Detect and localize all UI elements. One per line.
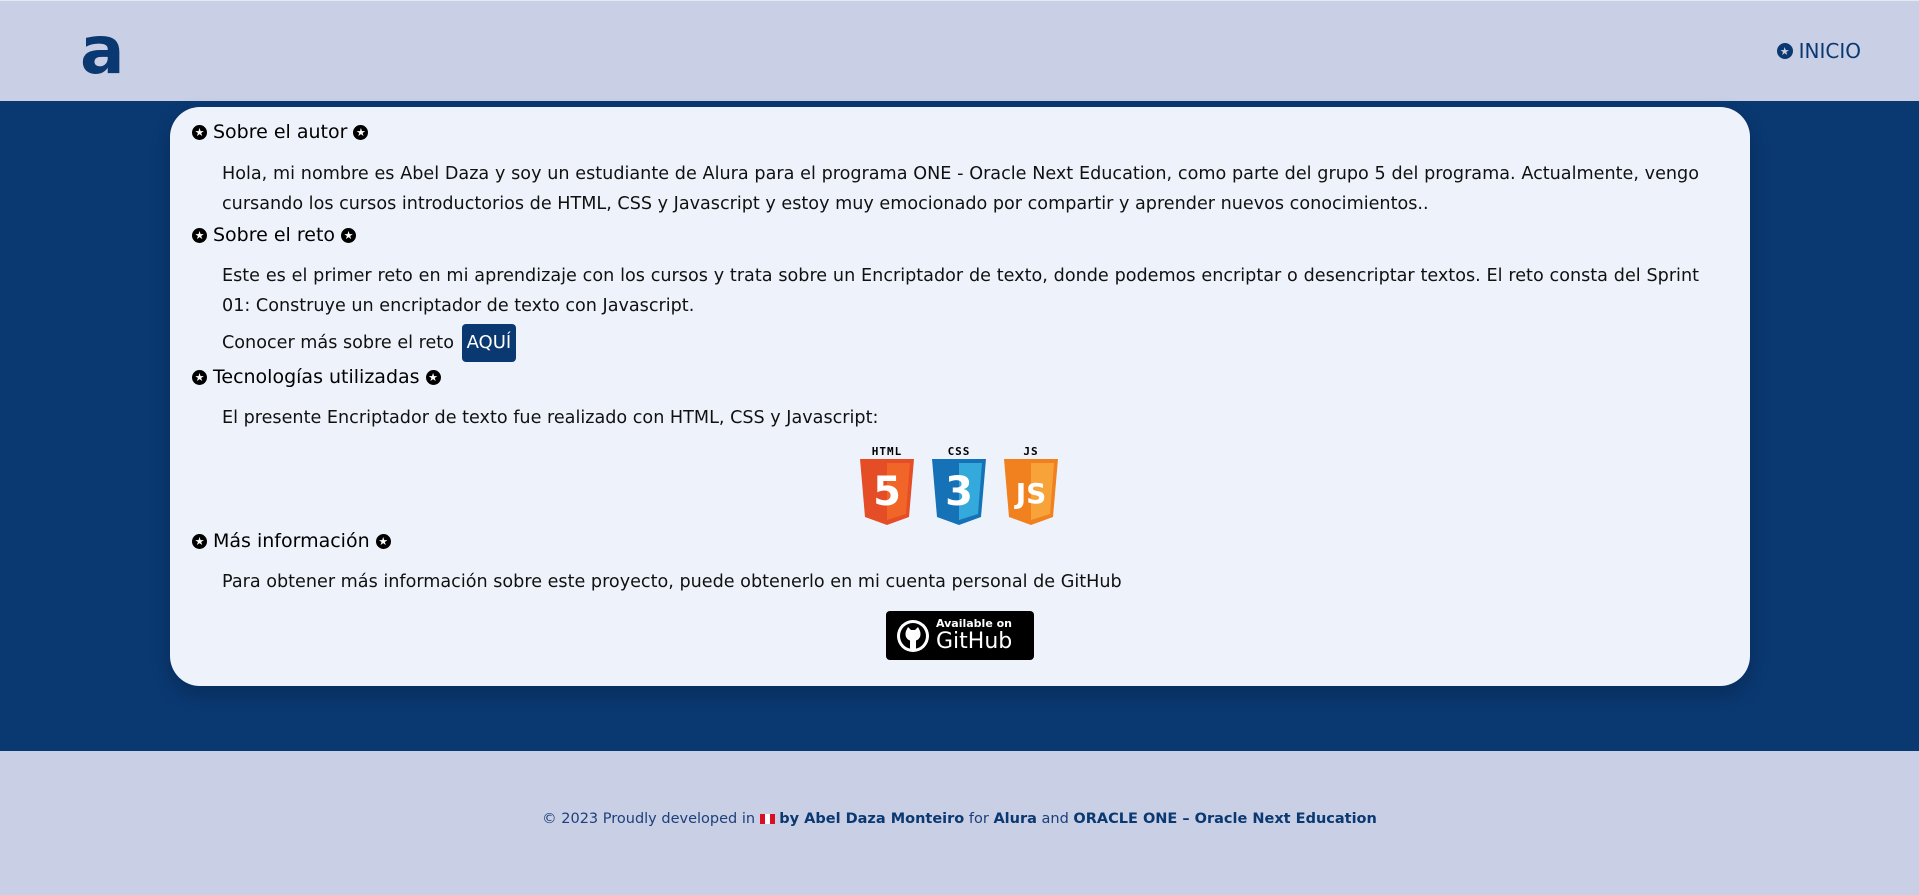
tech-label: HTML [871,445,903,458]
footer-alura-link[interactable]: Alura [993,811,1036,827]
star-circle-icon: ★ [192,369,207,385]
tech-glyph: 5 [873,469,901,515]
footer-prefix: © 2023 Proudly developed in [542,811,756,827]
js-shield-icon: JS [1004,459,1058,525]
star-circle-icon: ★ [341,227,357,243]
star-circle-icon: ★ [375,533,391,549]
section-heading-reto: ★ Sobre el reto ★ [192,224,357,246]
star-circle-icon: ★ [353,124,369,140]
star-circle-icon: ★ [425,369,441,385]
section-paragraph: Este es el primer reto en mi aprendizaje… [222,266,1699,316]
nav-inicio-label: INICIO [1798,39,1861,63]
js-logo: JS JS [1004,445,1058,525]
more-info-text: Conocer más sobre el reto [222,333,454,353]
section-heading-tecnologias: ★ Tecnologías utilizadas ★ [192,366,441,388]
section-paragraph: Para obtener más información sobre este … [222,572,1122,592]
github-badge-big-text: GitHub [936,629,1013,654]
section-title: Sobre el autor [213,121,348,143]
section-title: Tecnologías utilizadas [213,366,420,388]
tech-glyph: JS [1014,477,1047,510]
html5-shield-icon: 5 [860,459,914,525]
section-paragraph: Hola, mi nombre es Abel Daza y soy un es… [222,164,1699,214]
nav-inicio-link[interactable]: ★ INICIO [1776,39,1861,63]
html5-logo: HTML 5 [860,445,914,525]
star-circle-icon: ★ [192,533,207,549]
section-heading-autor: ★ Sobre el autor ★ [192,121,369,143]
site-footer: © 2023 Proudly developed in by Abel Daza… [0,751,1919,895]
css3-shield-icon: 3 [932,459,986,525]
site-header: a ★ INICIO [0,0,1919,101]
footer-credits: © 2023 Proudly developed in by Abel Daza… [0,811,1919,827]
more-info-line: Conocer más sobre el reto AQUÍ [222,324,1699,362]
github-badge-small-text: Available on [936,617,1013,630]
github-octocat-icon [897,619,929,652]
footer-and: and [1041,811,1069,827]
github-badge-button[interactable]: Available on GitHub [886,611,1034,660]
about-card: ★ Sobre el autor ★ Hola, mi nombre es Ab… [170,107,1750,686]
peru-flag-icon [759,814,775,824]
alura-logo[interactable]: a [80,18,125,84]
section-title: Más información [213,530,370,552]
css3-logo: CSS 3 [932,445,986,525]
tech-glyph: 3 [945,469,973,515]
section-title: Sobre el reto [213,224,336,246]
tech-label: JS [1023,445,1039,458]
section-heading-mas-info: ★ Más información ★ [192,530,391,552]
star-circle-icon: ★ [192,124,207,140]
star-circle-icon: ★ [1776,43,1793,59]
tech-label: CSS [947,445,971,458]
aqui-button[interactable]: AQUÍ [461,324,517,362]
footer-oracle-link[interactable]: ORACLE ONE – Oracle Next Education [1073,811,1376,827]
tech-logos: HTML 5 CSS 3 JS JS [860,445,1058,525]
star-circle-icon: ★ [192,227,207,243]
footer-author-link[interactable]: by Abel Daza Monteiro [779,811,964,827]
section-paragraph: El presente Encriptador de texto fue rea… [222,408,879,428]
footer-for: for [968,811,989,827]
